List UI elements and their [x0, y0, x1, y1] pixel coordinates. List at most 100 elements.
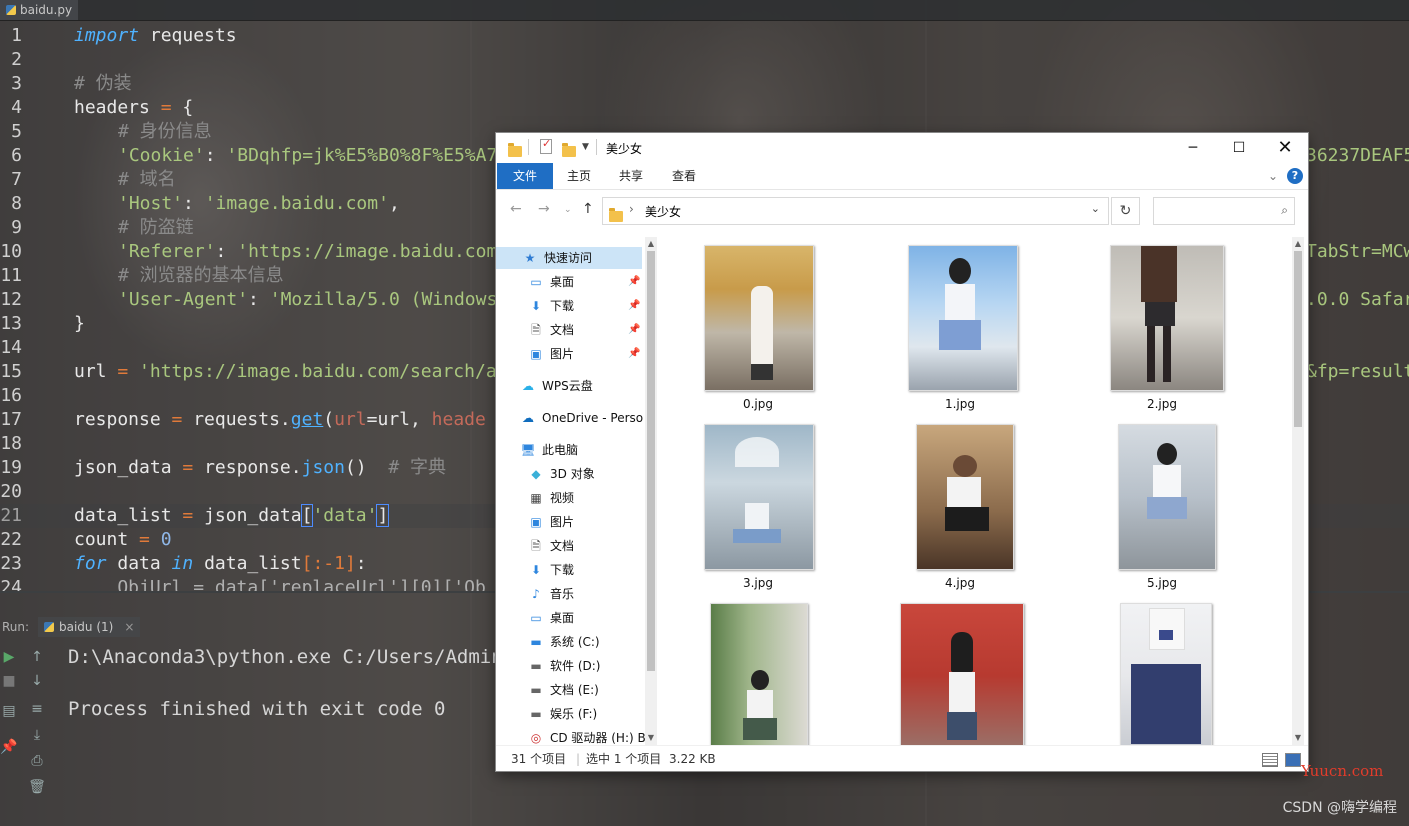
file-item[interactable]	[1062, 601, 1262, 745]
nav-scrollbar[interactable]: ▲ ▼	[645, 237, 657, 745]
code-token: 'Referer'	[118, 241, 216, 262]
file-name: 4.jpg	[944, 576, 976, 590]
nav-item-drive-h[interactable]: ◎ CD 驱动器 (H:) B	[528, 727, 646, 744]
nav-item-drive-d[interactable]: ▬ 软件 (D:)	[528, 655, 600, 677]
code-token: =	[171, 505, 205, 526]
nav-item-onedrive[interactable]: ☁ OneDrive - Perso	[520, 407, 643, 429]
code-token: url	[334, 409, 367, 430]
tab-home[interactable]: 主页	[554, 163, 604, 189]
file-item[interactable]: 4.jpg	[860, 422, 1060, 600]
file-item[interactable]: 3.jpg	[658, 422, 858, 600]
scroll-up-icon[interactable]: ▲	[1292, 239, 1304, 248]
scroll-thumb[interactable]	[1294, 251, 1302, 427]
maximize-button[interactable]: ☐	[1216, 133, 1262, 163]
expand-ribbon-icon[interactable]: ⌄	[1268, 169, 1278, 183]
nav-item-wps[interactable]: ☁ WPS云盘	[520, 375, 593, 397]
nav-item-this-pc[interactable]: 🖥 此电脑	[520, 439, 578, 461]
scroll-thumb[interactable]	[647, 251, 655, 671]
code-token: heade	[431, 409, 486, 430]
nav-quick-access[interactable]: ★ 快速访问	[496, 247, 642, 269]
scroll-down-icon[interactable]: ▼	[1292, 733, 1304, 742]
nav-label: 系统 (C:)	[550, 635, 600, 649]
drive-icon: ▬	[530, 635, 542, 649]
quick-access-dropdown-icon[interactable]: ▼	[582, 142, 589, 158]
back-button[interactable]: ←	[510, 201, 522, 217]
line-number: 1	[11, 25, 22, 46]
chevron-right-icon: ›	[629, 202, 634, 216]
layout-icon[interactable]: ▤	[0, 702, 18, 720]
nav-label: 图片	[550, 347, 575, 361]
separator	[596, 139, 597, 155]
tab-view[interactable]: 查看	[659, 163, 709, 189]
trash-icon[interactable]: 🗑	[28, 778, 46, 796]
large-icons-view-icon[interactable]	[1285, 753, 1301, 767]
file-item[interactable]: 5.jpg	[1062, 422, 1262, 600]
nav-item-downloads[interactable]: ⬇ 下载 📌	[528, 295, 642, 317]
image-thumbnail	[1110, 245, 1224, 391]
file-item[interactable]	[658, 601, 858, 745]
code-token: (	[323, 409, 335, 430]
nav-item-downloads-pc[interactable]: ⬇ 下载	[528, 559, 574, 581]
close-icon[interactable]: ×	[124, 617, 134, 637]
scroll-up-icon[interactable]: ▲	[645, 239, 657, 248]
nav-item-desktop[interactable]: ▭ 桌面 📌	[528, 271, 642, 293]
refresh-button[interactable]: ↻	[1111, 197, 1140, 225]
scroll-down-icon[interactable]: ▼	[645, 733, 657, 742]
run-tab[interactable]: baidu (1) ×	[38, 617, 141, 637]
file-item[interactable]: 1.jpg	[860, 243, 1060, 421]
code-token: ]	[376, 504, 390, 527]
code-token: =url,	[366, 409, 432, 430]
run-tab-label: baidu (1)	[59, 620, 114, 634]
run-console[interactable]: D:\Anaconda3\python.exe C:/Users/Admini …	[68, 644, 514, 722]
minimize-button[interactable]: ─	[1170, 133, 1216, 163]
stop-icon[interactable]: ■	[0, 672, 18, 690]
file-item[interactable]: 2.jpg	[1062, 243, 1262, 421]
pin-icon[interactable]: 📌	[0, 738, 18, 756]
nav-item-drive-c[interactable]: ▬ 系统 (C:)	[528, 631, 600, 653]
files-scrollbar[interactable]: ▲ ▼	[1292, 237, 1304, 745]
up-button[interactable]: ↑	[582, 201, 594, 217]
nav-item-documents-pc[interactable]: 🗎 文档	[528, 535, 574, 557]
line-number: 22	[0, 529, 22, 550]
nav-label: 娱乐 (F:)	[550, 707, 598, 721]
arrow-up-icon[interactable]: ↑	[28, 648, 46, 666]
nav-item-pictures-pc[interactable]: ▣ 图片	[528, 511, 574, 533]
code-token: =	[106, 361, 140, 382]
pin-icon: 📌	[628, 276, 641, 287]
recent-dropdown-icon[interactable]: ⌄	[564, 205, 572, 215]
line-number: 12	[0, 289, 22, 310]
nav-item-pictures[interactable]: ▣ 图片 📌	[528, 343, 642, 365]
rerun-icon[interactable]: ▶	[0, 648, 18, 666]
nav-label: 此电脑	[542, 443, 579, 457]
scroll-end-icon[interactable]: ⤓	[28, 726, 46, 744]
new-folder-icon[interactable]	[562, 140, 576, 157]
tab-share[interactable]: 共享	[606, 163, 656, 189]
nav-item-videos[interactable]: ▦ 视频	[528, 487, 574, 509]
nav-item-drive-f[interactable]: ▬ 娱乐 (F:)	[528, 703, 597, 725]
editor-tab[interactable]: baidu.py	[0, 0, 79, 20]
file-item[interactable]: 0.jpg	[658, 243, 858, 421]
properties-icon[interactable]	[540, 137, 552, 155]
chevron-down-icon[interactable]: ⌄	[1091, 202, 1100, 215]
file-item[interactable]	[860, 601, 1060, 745]
help-icon[interactable]: ?	[1287, 168, 1303, 184]
arrow-down-icon[interactable]: ↓	[28, 672, 46, 690]
code-token: .0.0 Safar	[1306, 289, 1409, 310]
details-view-icon[interactable]	[1262, 753, 1278, 767]
nav-item-drive-e[interactable]: ▬ 文档 (E:)	[528, 679, 598, 701]
close-button[interactable]: ✕	[1262, 133, 1308, 163]
forward-button[interactable]: →	[538, 201, 550, 217]
nav-item-desktop-pc[interactable]: ▭ 桌面	[528, 607, 574, 629]
tab-file[interactable]: 文件	[497, 163, 553, 189]
nav-item-music[interactable]: ♪ 音乐	[528, 583, 574, 605]
file-name: 5.jpg	[1146, 576, 1178, 590]
address-bar[interactable]: › 美少女 ⌄	[602, 197, 1109, 225]
code-line: 4 headers = {	[0, 96, 1409, 120]
soft-wrap-icon[interactable]: ≡	[28, 700, 46, 718]
print-icon[interactable]: ⎙	[28, 752, 46, 770]
code-comment: # 伪装	[74, 73, 132, 94]
search-input[interactable]: ⌕	[1153, 197, 1295, 225]
nav-item-documents[interactable]: 🗎 文档 📌	[528, 319, 642, 341]
nav-item-3d[interactable]: ◆ 3D 对象	[528, 463, 594, 485]
drive-icon: ▬	[530, 707, 542, 721]
